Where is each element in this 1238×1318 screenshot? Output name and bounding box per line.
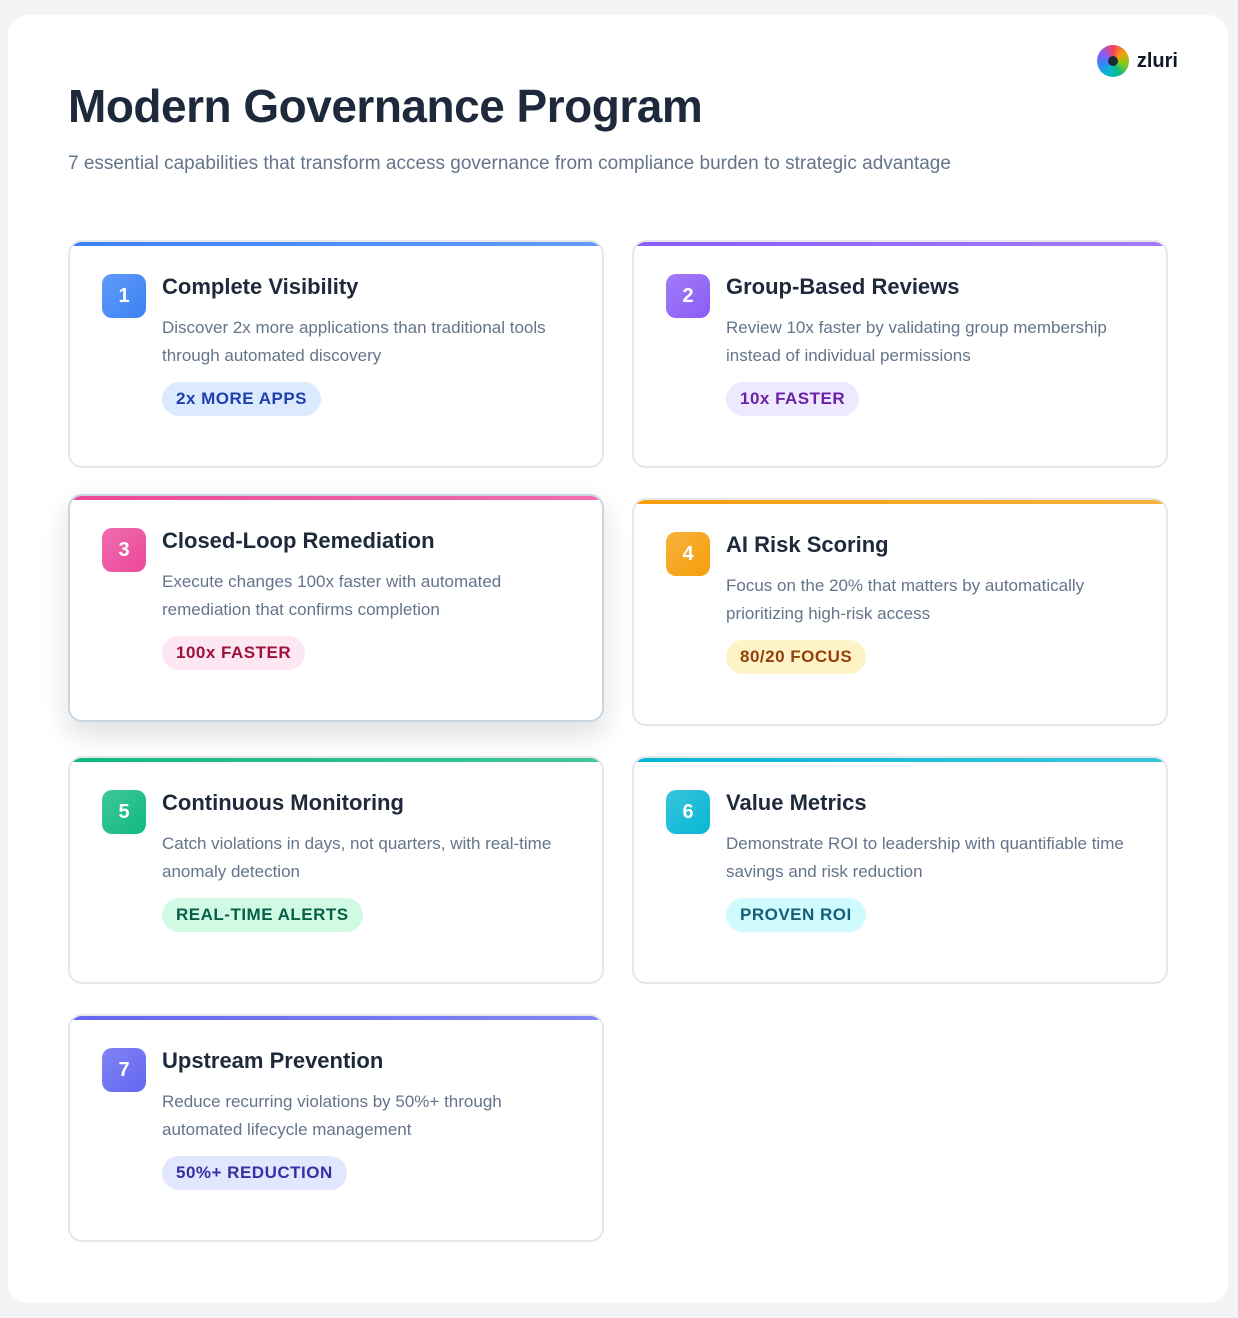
- capability-card-value-metrics[interactable]: 6 Value Metrics Demonstrate ROI to leade…: [632, 756, 1168, 984]
- card-number-badge: 1: [102, 274, 146, 318]
- governance-panel: zluri Modern Governance Program 7 essent…: [8, 15, 1228, 1303]
- card-title: Closed-Loop Remediation: [162, 528, 435, 553]
- card-metric-badge: 100x FASTER: [162, 636, 306, 670]
- page-title: Modern Governance Program: [68, 80, 703, 132]
- card-metric-badge: 10x FASTER: [726, 382, 860, 416]
- card-accent-bar: [70, 1016, 602, 1020]
- card-title: AI Risk Scoring: [726, 532, 889, 557]
- card-metric-badge: 80/20 FOCUS: [726, 640, 867, 674]
- card-description: Execute changes 100x faster with automat…: [162, 572, 502, 619]
- card-metric-badge: PROVEN ROI: [726, 898, 866, 932]
- page-subtitle: 7 essential capabilities that transform …: [68, 153, 951, 174]
- card-accent-bar: [70, 242, 602, 246]
- capability-card-upstream-prevention[interactable]: 7 Upstream Prevention Reduce recurring v…: [68, 1014, 604, 1242]
- card-accent-bar: [634, 500, 1166, 504]
- capability-card-continuous-monitoring[interactable]: 5 Continuous Monitoring Catch violations…: [68, 756, 604, 984]
- card-title: Group-Based Reviews: [726, 274, 960, 299]
- card-description: Review 10x faster by validating group me…: [726, 318, 1107, 365]
- card-number-badge: 5: [102, 790, 146, 834]
- card-accent-bar: [634, 242, 1166, 246]
- card-description: Discover 2x more applications than tradi…: [162, 318, 546, 365]
- card-title: Continuous Monitoring: [162, 790, 404, 815]
- zluri-logo[interactable]: zluri: [1096, 45, 1178, 77]
- card-title: Complete Visibility: [162, 274, 359, 299]
- card-description: Focus on the 20% that matters by automat…: [726, 576, 1085, 623]
- card-number-badge: 3: [102, 528, 146, 572]
- card-accent-bar: [634, 758, 1166, 762]
- card-description: Demonstrate ROI to leadership with quant…: [726, 834, 1124, 881]
- card-number-badge: 2: [666, 274, 710, 318]
- card-accent-bar: [70, 496, 602, 500]
- card-accent-bar: [70, 758, 602, 762]
- card-number-badge: 6: [666, 790, 710, 834]
- card-title: Upstream Prevention: [162, 1048, 384, 1073]
- capability-card-ai-risk-scoring[interactable]: 4 AI Risk Scoring Focus on the 20% that …: [632, 498, 1168, 726]
- capability-card-complete-visibility[interactable]: 1 Complete Visibility Discover 2x more a…: [68, 240, 604, 468]
- card-description: Reduce recurring violations by 50%+ thro…: [162, 1092, 502, 1139]
- capability-card-group-based-reviews[interactable]: 2 Group-Based Reviews Review 10x faster …: [632, 240, 1168, 468]
- card-metric-badge: 50%+ REDUCTION: [162, 1156, 347, 1190]
- card-title: Value Metrics: [726, 790, 867, 815]
- capability-card-closed-loop-remediation[interactable]: 3 Closed-Loop Remediation Execute change…: [68, 494, 604, 722]
- card-number-badge: 4: [666, 532, 710, 576]
- zluri-logo-icon: [1096, 45, 1129, 77]
- logo-text: zluri: [1136, 49, 1178, 72]
- card-number-badge: 7: [102, 1048, 146, 1092]
- card-metric-badge: REAL-TIME ALERTS: [162, 898, 363, 932]
- card-metric-badge: 2x MORE APPS: [162, 382, 322, 416]
- card-description: Catch violations in days, not quarters, …: [162, 834, 552, 881]
